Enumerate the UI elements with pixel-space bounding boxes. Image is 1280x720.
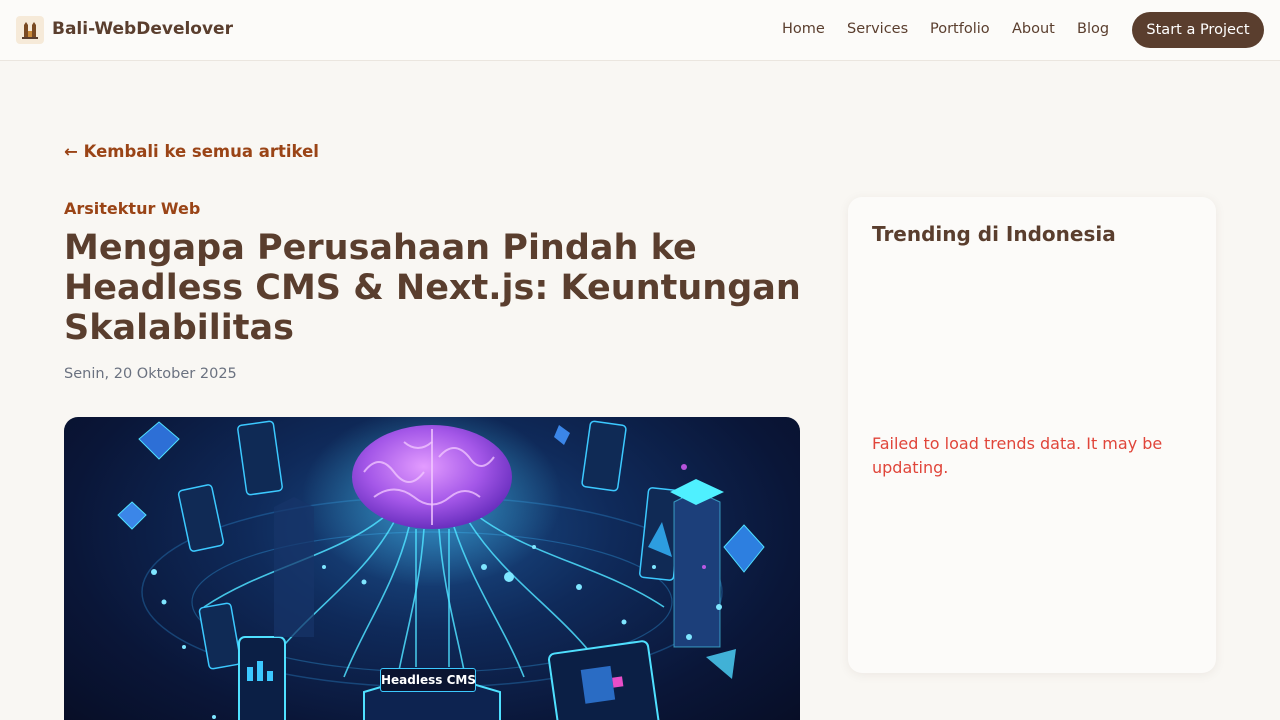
trends-error-message: Failed to load trends data. It may be up… [872, 434, 1163, 477]
logo[interactable] [16, 16, 44, 44]
article-title: Mengapa Perusahaan Pindah ke Headless CM… [64, 228, 801, 348]
nav-services[interactable]: Services [847, 21, 908, 37]
back-to-articles-link[interactable]: ← Kembali ke semua artikel [64, 142, 319, 161]
nav-about[interactable]: About [1012, 21, 1055, 37]
start-project-button[interactable]: Start a Project [1132, 12, 1264, 48]
article-date: Senin, 20 Oktober 2025 [64, 366, 237, 382]
nav-blog[interactable]: Blog [1077, 21, 1109, 37]
nav-portfolio[interactable]: Portfolio [930, 21, 990, 37]
article-category[interactable]: Arsitektur Web [64, 199, 200, 218]
bali-gate-logo-icon [22, 22, 38, 39]
article-hero-image: Headless CMS [64, 417, 800, 720]
hero-headless-cms-label: Headless CMS [380, 668, 476, 692]
brand-name[interactable]: Bali-WebDevelover [52, 19, 233, 39]
trending-sidebar: Trending di Indonesia Failed to load tre… [848, 197, 1216, 673]
nav-home[interactable]: Home [782, 21, 825, 37]
trending-title: Trending di Indonesia [872, 222, 1116, 246]
site-header: Bali-WebDevelover Home Services Portfoli… [0, 0, 1280, 61]
